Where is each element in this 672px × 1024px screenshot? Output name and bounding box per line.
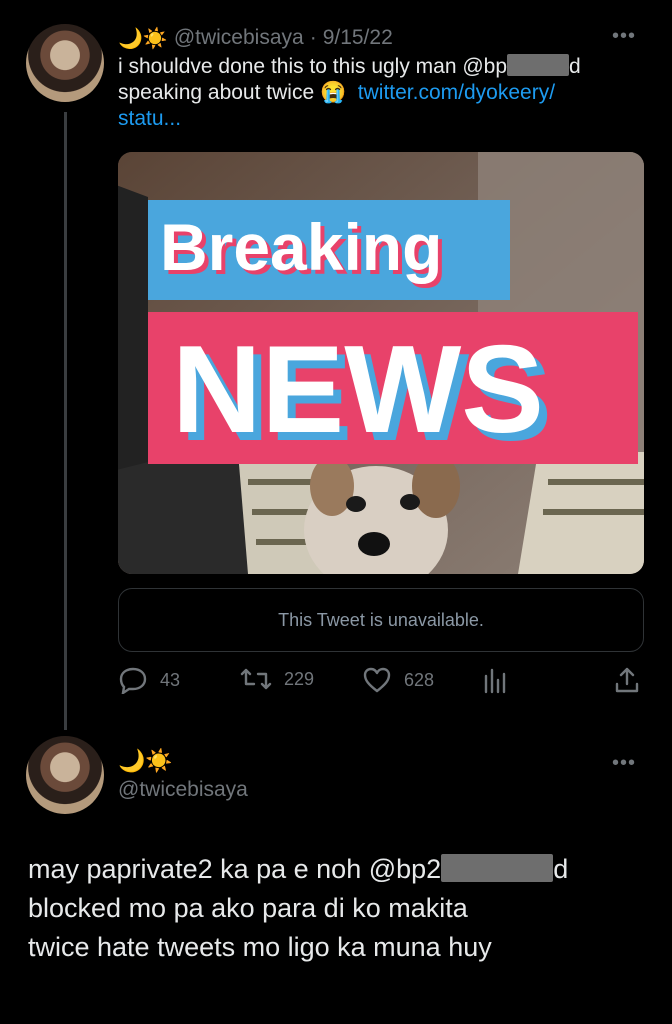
more-options-icon[interactable]: •••	[612, 25, 636, 48]
tweet-link[interactable]: twitter.com/dyokeery/	[358, 81, 555, 104]
profile-avatar-2[interactable]	[26, 736, 104, 814]
tweet-header: 🌙☀️ @twicebisaya · 9/15/22	[118, 24, 393, 52]
reply-line1-end: d	[553, 854, 569, 884]
tweet-text-line2: speaking about twice	[118, 81, 320, 104]
retweet-icon	[240, 668, 272, 690]
reply-line1-start: may paprivate2 ka pa e noh @bp2	[28, 854, 442, 884]
like-count: 628	[404, 669, 435, 690]
tweet-media-image[interactable]: Breaking Breaking NEWS NEWS	[118, 152, 644, 574]
tweet-text-line1-end: d	[569, 55, 581, 78]
share-icon	[615, 667, 639, 693]
quoted-tweet-unavailable: This Tweet is unavailable.	[118, 588, 644, 652]
share-button[interactable]	[614, 666, 640, 694]
separator: ·	[309, 26, 317, 49]
heart-icon	[363, 667, 391, 693]
profile-avatar[interactable]	[26, 24, 104, 102]
retweet-count: 229	[284, 668, 315, 689]
reply-line3: twice hate tweets mo ligo ka muna huy	[28, 932, 492, 962]
like-button[interactable]: 628	[362, 666, 434, 694]
redacted-block	[507, 54, 570, 76]
thread-connector-line	[64, 112, 67, 730]
emoji-name-2: 🌙☀️	[118, 748, 173, 773]
reply-line2: blocked mo pa ako para di ko makita	[28, 893, 468, 923]
breaking-news-image: Breaking Breaking NEWS NEWS	[118, 152, 644, 574]
reply-count: 43	[160, 669, 181, 690]
reply-icon	[119, 667, 147, 694]
emoji-name: 🌙☀️	[118, 27, 168, 50]
reply-button[interactable]: 43	[118, 666, 180, 694]
analytics-icon	[484, 668, 506, 694]
tweet-link-continued[interactable]: statu...	[118, 107, 181, 130]
crying-emoji: 😭	[319, 81, 347, 104]
user-handle-2[interactable]: @twicebisaya	[118, 778, 248, 802]
tweet-actions: 43 229 628	[118, 666, 644, 696]
redacted-block-2	[441, 854, 554, 882]
tweet-text-line1-start: i shouldve done this to this ugly man @b…	[118, 55, 508, 78]
user-handle[interactable]: @twicebisaya	[174, 26, 304, 50]
headline-breaking: Breaking	[160, 210, 442, 284]
reply-tweet-text: may paprivate2 ka pa e noh @bp2 d blocked…	[28, 850, 648, 967]
tweet-text: i shouldve done this to this ugly man @b…	[118, 54, 638, 132]
more-options-icon-2[interactable]: •••	[612, 752, 636, 775]
tweet-date[interactable]: 9/15/22	[323, 26, 393, 50]
analytics-button[interactable]	[482, 666, 508, 694]
retweet-button[interactable]: 229	[240, 666, 314, 692]
headline-news: NEWS	[172, 321, 544, 459]
